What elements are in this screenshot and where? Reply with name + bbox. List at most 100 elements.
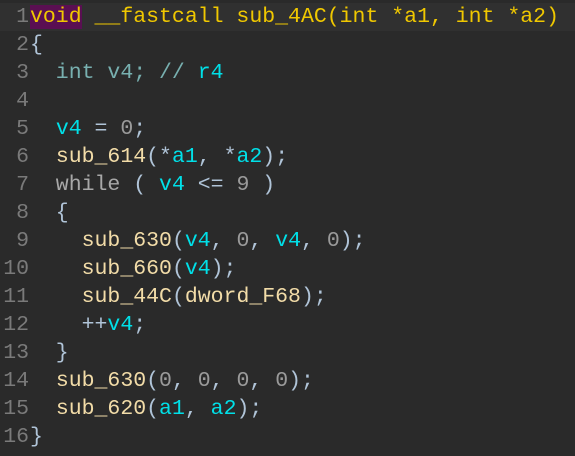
type-declaration: int v4; //	[30, 61, 198, 85]
code-line[interactable]: 6 sub_614(*a1, *a2);	[0, 143, 575, 171]
function-declaration: __fastcall sub_4AC(int *a1, int *a2)	[81, 5, 560, 29]
number-literal: 0	[275, 369, 289, 393]
punctuation	[30, 257, 82, 281]
variable-token[interactable]: v4	[185, 229, 211, 253]
line-source: sub_620(a1, a2);	[29, 395, 262, 423]
punctuation: ++	[30, 313, 108, 337]
number-literal: 0	[236, 369, 250, 393]
code-line[interactable]: 9 sub_630(v4, 0, v4, 0);	[0, 227, 575, 255]
variable-token[interactable]: r4	[198, 61, 224, 85]
line-number: 15	[3, 397, 29, 421]
line-source: sub_614(*a1, *a2);	[29, 143, 288, 171]
line-number: 13	[3, 341, 29, 365]
punctuation: {	[30, 201, 69, 225]
line-number: 8	[16, 201, 29, 225]
punctuation: );	[262, 145, 289, 169]
punctuation: );	[300, 285, 327, 309]
punctuation	[30, 145, 56, 169]
code-line[interactable]: 14 sub_630(0, 0, 0, 0);	[0, 367, 575, 395]
punctuation: ;	[133, 117, 147, 141]
line-source: sub_44C(dword_F68);	[29, 283, 327, 311]
punctuation: (	[171, 285, 185, 309]
code-line[interactable]: 11 sub_44C(dword_F68);	[0, 283, 575, 311]
punctuation: ,	[184, 397, 211, 421]
code-line[interactable]: 5 v4 = 0;	[0, 115, 575, 143]
code-line[interactable]: 4	[0, 87, 575, 115]
code-line[interactable]: 15 sub_620(a1, a2);	[0, 395, 575, 423]
function-call[interactable]: sub_660	[82, 257, 172, 281]
punctuation: );	[210, 257, 237, 281]
punctuation: ,	[249, 229, 276, 253]
function-call[interactable]: sub_44C	[82, 285, 172, 309]
line-number: 14	[3, 369, 29, 393]
number-literal: 0	[326, 229, 340, 253]
punctuation: ,	[301, 229, 327, 253]
punctuation	[30, 397, 56, 421]
line-source: {	[29, 199, 69, 227]
punctuation: (	[171, 229, 185, 253]
number-literal: 0	[236, 229, 250, 253]
punctuation: {	[30, 33, 43, 57]
function-call[interactable]: sub_620	[56, 397, 146, 421]
punctuation: =	[81, 117, 121, 141]
line-source: sub_630(0, 0, 0, 0);	[29, 367, 314, 395]
line-source: sub_630(v4, 0, v4, 0);	[29, 227, 366, 255]
variable-token[interactable]: a1	[172, 145, 198, 169]
code-line[interactable]: 7 while ( v4 <= 9 )	[0, 171, 575, 199]
punctuation: ;	[133, 313, 147, 337]
line-source	[29, 87, 30, 115]
line-source: void __fastcall sub_4AC(int *a1, int *a2…	[29, 3, 559, 31]
variable-token[interactable]: a2	[211, 397, 237, 421]
pseudocode-view[interactable]: 1 void __fastcall sub_4AC(int *a1, int *a…	[0, 3, 575, 451]
punctuation: (	[171, 257, 185, 281]
punctuation: }	[30, 425, 43, 449]
number-literal: 0	[159, 369, 172, 393]
line-source: sub_660(v4);	[29, 255, 237, 283]
punctuation	[30, 229, 82, 253]
global-symbol[interactable]: dword_F68	[185, 285, 301, 309]
line-number: 9	[16, 229, 29, 253]
line-source: }	[29, 423, 43, 451]
punctuation: <=	[184, 173, 237, 197]
keyword-token: while	[30, 173, 121, 197]
punctuation: )	[249, 173, 276, 197]
line-source: {	[29, 31, 43, 59]
code-line[interactable]: 3 int v4; // r4	[0, 59, 575, 87]
punctuation: );	[288, 369, 314, 393]
keyword-highlighted: void	[30, 5, 82, 29]
line-source: int v4; // r4	[29, 59, 224, 87]
variable-token[interactable]: v4	[56, 117, 82, 141]
punctuation: ,	[210, 229, 237, 253]
code-line[interactable]: 13 }	[0, 339, 575, 367]
code-line[interactable]: 2{	[0, 31, 575, 59]
code-line[interactable]: 8 {	[0, 199, 575, 227]
line-number: 16	[3, 425, 29, 449]
line-source: ++v4;	[29, 311, 147, 339]
punctuation: (*	[146, 145, 172, 169]
function-call[interactable]: sub_630	[82, 229, 172, 253]
code-line[interactable]: 16}	[0, 423, 575, 451]
number-literal: 0	[197, 369, 211, 393]
function-call[interactable]: sub_630	[56, 369, 146, 393]
code-line[interactable]: 10 sub_660(v4);	[0, 255, 575, 283]
line-number: 2	[16, 33, 29, 57]
variable-token[interactable]: v4	[275, 229, 301, 253]
variable-token[interactable]: v4	[159, 173, 185, 197]
line-number: 11	[3, 285, 29, 309]
punctuation	[30, 285, 82, 309]
line-number: 7	[16, 173, 29, 197]
variable-token[interactable]: v4	[107, 313, 133, 337]
line-number: 10	[3, 257, 29, 281]
code-line[interactable]: 12 ++v4;	[0, 311, 575, 339]
line-number: 3	[16, 61, 29, 85]
punctuation: }	[30, 341, 69, 365]
line-source: }	[29, 339, 69, 367]
function-call[interactable]: sub_614	[56, 145, 146, 169]
variable-token[interactable]: a1	[159, 397, 185, 421]
code-line[interactable]: 1 void __fastcall sub_4AC(int *a1, int *a…	[0, 3, 575, 31]
line-source: v4 = 0;	[29, 115, 146, 143]
line-number: 1	[16, 5, 29, 29]
punctuation: , *	[197, 145, 237, 169]
variable-token[interactable]: v4	[185, 257, 211, 281]
variable-token[interactable]: a2	[236, 145, 262, 169]
